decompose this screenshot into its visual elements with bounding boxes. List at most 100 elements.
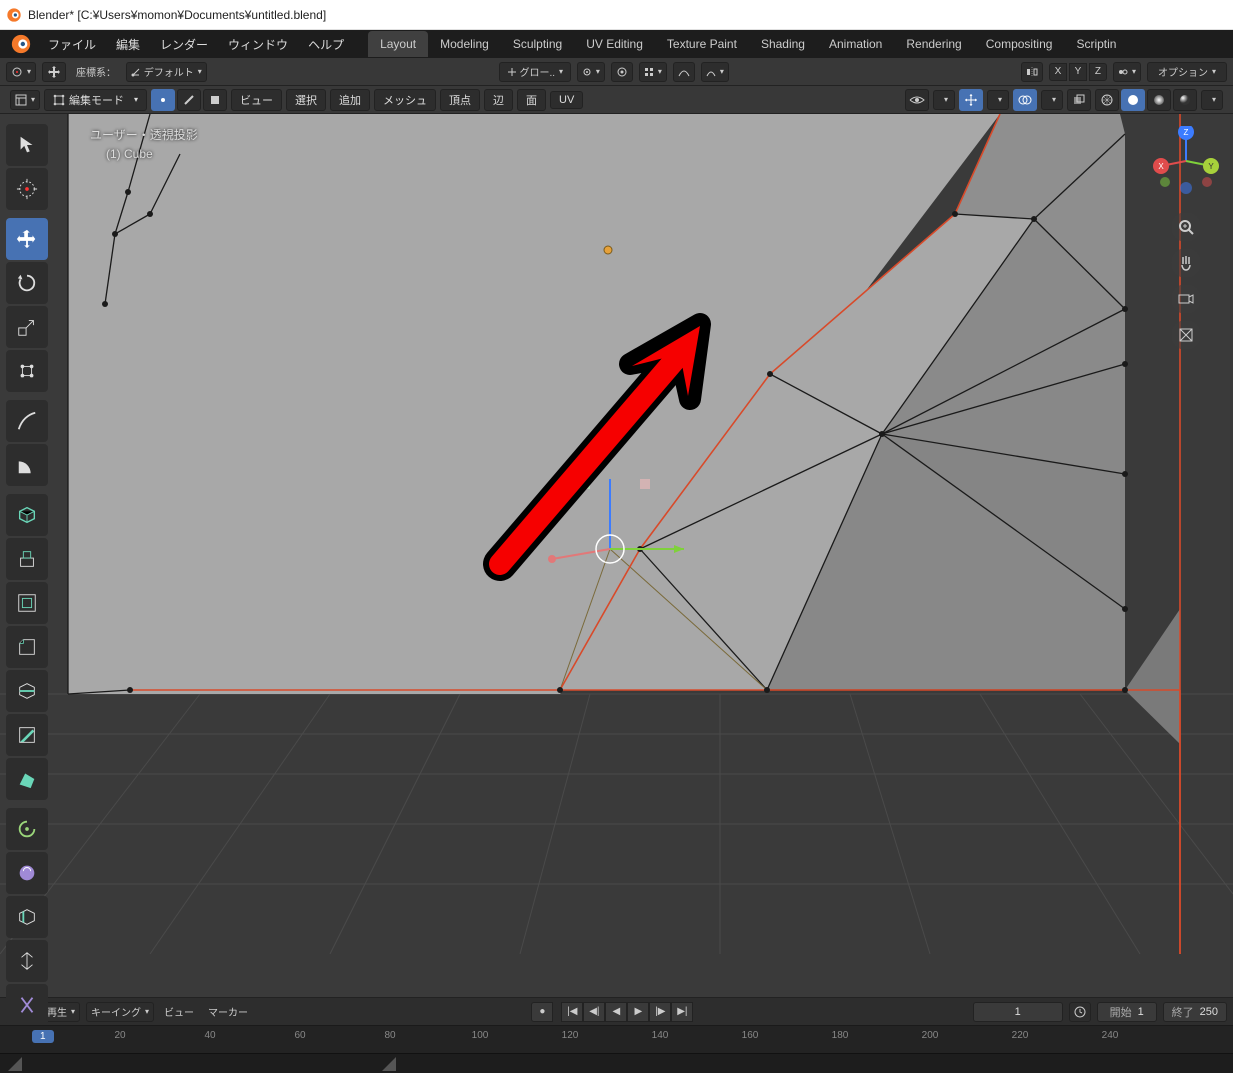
viewport-menu-face[interactable]: 面 — [517, 89, 546, 111]
automerge-button[interactable] — [1113, 62, 1141, 82]
viewport-menu-add[interactable]: 追加 — [330, 89, 370, 111]
shading-solid[interactable] — [1121, 89, 1145, 111]
viewport-menu-view[interactable]: ビュー — [231, 89, 282, 111]
perspective-toggle-gizmo[interactable] — [1171, 320, 1201, 350]
current-frame-field[interactable]: 1 — [973, 1002, 1063, 1022]
tab-animation[interactable]: Animation — [817, 31, 894, 57]
editor-type-dropdown[interactable] — [10, 90, 40, 110]
tool-cursor[interactable] — [6, 168, 48, 210]
tool-transform[interactable] — [6, 350, 48, 392]
falloff-smooth-button[interactable] — [673, 62, 695, 82]
tab-modeling[interactable]: Modeling — [428, 31, 501, 57]
tab-scripting[interactable]: Scriptin — [1064, 31, 1128, 57]
edge-select-mode[interactable] — [177, 89, 201, 111]
tool-shrink-fatten[interactable] — [6, 940, 48, 982]
drag-action-button[interactable] — [42, 62, 66, 82]
tool-edge-slide[interactable] — [6, 896, 48, 938]
tool-annotate[interactable] — [6, 400, 48, 442]
shading-dropdown[interactable] — [1201, 90, 1223, 110]
jump-prev-keyframe-button[interactable]: ◀| — [583, 1002, 605, 1022]
tool-inset-faces[interactable] — [6, 582, 48, 624]
snap-element-dropdown[interactable] — [577, 62, 605, 82]
mode-dropdown[interactable]: 編集モード — [44, 89, 147, 111]
view-visibility-button[interactable] — [905, 89, 929, 111]
gizmo-dropdown[interactable] — [987, 90, 1009, 110]
viewport-menu-vertex[interactable]: 頂点 — [440, 89, 480, 111]
zoom-gizmo[interactable] — [1171, 212, 1201, 242]
falloff-type-dropdown[interactable] — [701, 62, 729, 82]
tool-spin[interactable] — [6, 808, 48, 850]
start-frame-field[interactable]: 開始1 — [1097, 1002, 1157, 1022]
timeline-playhead[interactable]: 1 — [32, 1030, 54, 1043]
tool-bevel[interactable] — [6, 626, 48, 668]
timeline-marker-menu[interactable]: マーカー — [204, 1002, 252, 1022]
tool-loop-cut[interactable] — [6, 670, 48, 712]
orientation-dropdown[interactable]: デフォルト — [126, 62, 207, 82]
tab-layout[interactable]: Layout — [368, 31, 428, 57]
timeline-keying-menu[interactable]: キーイング — [86, 1002, 154, 1022]
tool-select-box[interactable] — [6, 124, 48, 166]
menu-render[interactable]: レンダー — [150, 32, 218, 57]
timeline-view-menu[interactable]: ビュー — [160, 1002, 198, 1022]
corner-drag-icon[interactable] — [8, 1057, 22, 1071]
tab-uv-editing[interactable]: UV Editing — [574, 31, 655, 57]
corner-drag-icon[interactable] — [382, 1057, 396, 1071]
play-reverse-button[interactable]: ◀ — [605, 1002, 627, 1022]
play-button[interactable]: ▶ — [627, 1002, 649, 1022]
proportional-falloff-dropdown[interactable] — [639, 62, 667, 82]
jump-next-keyframe-button[interactable]: |▶ — [649, 1002, 671, 1022]
jump-start-button[interactable]: |◀ — [561, 1002, 583, 1022]
options-dropdown[interactable]: オプション — [1147, 62, 1227, 82]
tool-measure[interactable] — [6, 444, 48, 486]
viewport-menu-select[interactable]: 選択 — [286, 89, 326, 111]
viewport-menu-mesh[interactable]: メッシュ — [374, 89, 436, 111]
tab-shading[interactable]: Shading — [749, 31, 817, 57]
view-visibility-dropdown[interactable] — [933, 90, 955, 110]
snap-target-dropdown[interactable]: グロー.. — [499, 62, 571, 82]
tool-rotate[interactable] — [6, 262, 48, 304]
tab-compositing[interactable]: Compositing — [974, 31, 1065, 57]
tool-add-cube[interactable] — [6, 494, 48, 536]
tool-extrude-region[interactable] — [6, 538, 48, 580]
show-overlays-button[interactable] — [1013, 89, 1037, 111]
tool-move[interactable] — [6, 218, 48, 260]
end-frame-field[interactable]: 終了250 — [1163, 1002, 1227, 1022]
vertex-select-mode[interactable] — [151, 89, 175, 111]
camera-view-gizmo[interactable] — [1171, 284, 1201, 314]
tab-sculpting[interactable]: Sculpting — [501, 31, 574, 57]
mirror-x-button[interactable]: X — [1049, 63, 1067, 81]
tool-rip-region[interactable] — [6, 984, 48, 1026]
cursor-tool-dropdown[interactable] — [6, 62, 36, 82]
shading-material[interactable] — [1147, 89, 1171, 111]
xray-toggle-button[interactable] — [1067, 89, 1091, 111]
proportional-edit-button[interactable] — [611, 62, 633, 82]
shading-wireframe[interactable] — [1095, 89, 1119, 111]
orientation-gizmo[interactable]: Z Y X — [1151, 126, 1221, 196]
menu-file[interactable]: ファイル — [38, 32, 106, 57]
tab-texture-paint[interactable]: Texture Paint — [655, 31, 749, 57]
mirror-toggle-button[interactable] — [1021, 62, 1043, 82]
tool-knife[interactable] — [6, 714, 48, 756]
tab-rendering[interactable]: Rendering — [894, 31, 973, 57]
mirror-y-button[interactable]: Y — [1069, 63, 1087, 81]
tool-scale[interactable] — [6, 306, 48, 348]
viewport-menu-uv[interactable]: UV — [550, 91, 583, 109]
timeline-range-icon[interactable] — [1069, 1002, 1091, 1022]
jump-end-button[interactable]: ▶| — [671, 1002, 693, 1022]
menu-window[interactable]: ウィンドウ — [218, 32, 298, 57]
viewport-menu-edge[interactable]: 辺 — [484, 89, 513, 111]
overlays-dropdown[interactable] — [1041, 90, 1063, 110]
timeline-ruler[interactable]: 1 20 40 60 80 100 120 140 160 180 200 22… — [0, 1025, 1233, 1053]
auto-keying-button[interactable]: ● — [531, 1002, 553, 1022]
shading-rendered[interactable] — [1173, 89, 1197, 111]
tool-poly-build[interactable] — [6, 758, 48, 800]
tool-smooth[interactable] — [6, 852, 48, 894]
menu-edit[interactable]: 編集 — [106, 32, 150, 57]
pan-gizmo[interactable] — [1171, 248, 1201, 278]
viewport-3d[interactable]: ユーザー・透視投影 (1) Cube — [0, 114, 1233, 997]
mirror-z-button[interactable]: Z — [1089, 63, 1107, 81]
menu-help[interactable]: ヘルプ — [298, 32, 354, 57]
shading-mode-group — [1095, 89, 1197, 111]
show-gizmo-button[interactable] — [959, 89, 983, 111]
face-select-mode[interactable] — [203, 89, 227, 111]
